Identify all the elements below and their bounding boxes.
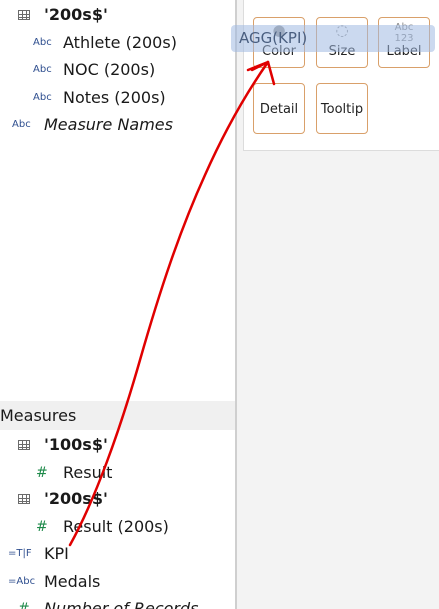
detail-button[interactable]: Detail bbox=[253, 83, 305, 134]
tooltip-button[interactable]: Tooltip bbox=[316, 83, 368, 134]
boolean-calc-icon: =T|F bbox=[8, 548, 32, 559]
field-noc-200s[interactable]: Abc NOC (200s) bbox=[0, 57, 237, 83]
field-kpi[interactable]: =T|F KPI bbox=[0, 541, 237, 567]
measures-section-header: Measures bbox=[0, 401, 237, 430]
string-calc-icon: =Abc bbox=[8, 576, 36, 587]
table-200s[interactable]: '200s$' bbox=[0, 2, 237, 28]
dragged-field-pill[interactable]: AGG(KPI) bbox=[231, 25, 435, 52]
data-pane: '200s$' Abc Athlete (200s) Abc NOC (200s… bbox=[0, 0, 237, 609]
field-result[interactable]: # Result bbox=[0, 460, 237, 486]
string-type-icon: Abc bbox=[33, 64, 52, 75]
number-type-icon: # bbox=[36, 465, 48, 481]
table-icon bbox=[18, 10, 30, 20]
table-200s-measures[interactable]: '200s$' bbox=[0, 486, 237, 512]
number-type-icon: # bbox=[18, 601, 30, 609]
table-icon bbox=[18, 494, 30, 504]
field-notes-200s[interactable]: Abc Notes (200s) bbox=[0, 85, 237, 111]
field-result-200s[interactable]: # Result (200s) bbox=[0, 514, 237, 540]
field-number-of-records[interactable]: # Number of Records bbox=[0, 596, 237, 609]
field-athlete-200s[interactable]: Abc Athlete (200s) bbox=[0, 30, 237, 56]
table-icon bbox=[18, 440, 30, 450]
number-type-icon: # bbox=[36, 519, 48, 535]
string-type-icon: Abc bbox=[12, 119, 31, 130]
table-100s[interactable]: '100s$' bbox=[0, 432, 237, 458]
string-type-icon: Abc bbox=[33, 92, 52, 103]
field-medals[interactable]: =Abc Medals bbox=[0, 569, 237, 595]
marks-card: ● Color ◌ Size Abc 123 Label Detail Tool… bbox=[243, 0, 439, 151]
string-type-icon: Abc bbox=[33, 37, 52, 48]
field-measure-names[interactable]: Abc Measure Names bbox=[0, 112, 237, 138]
